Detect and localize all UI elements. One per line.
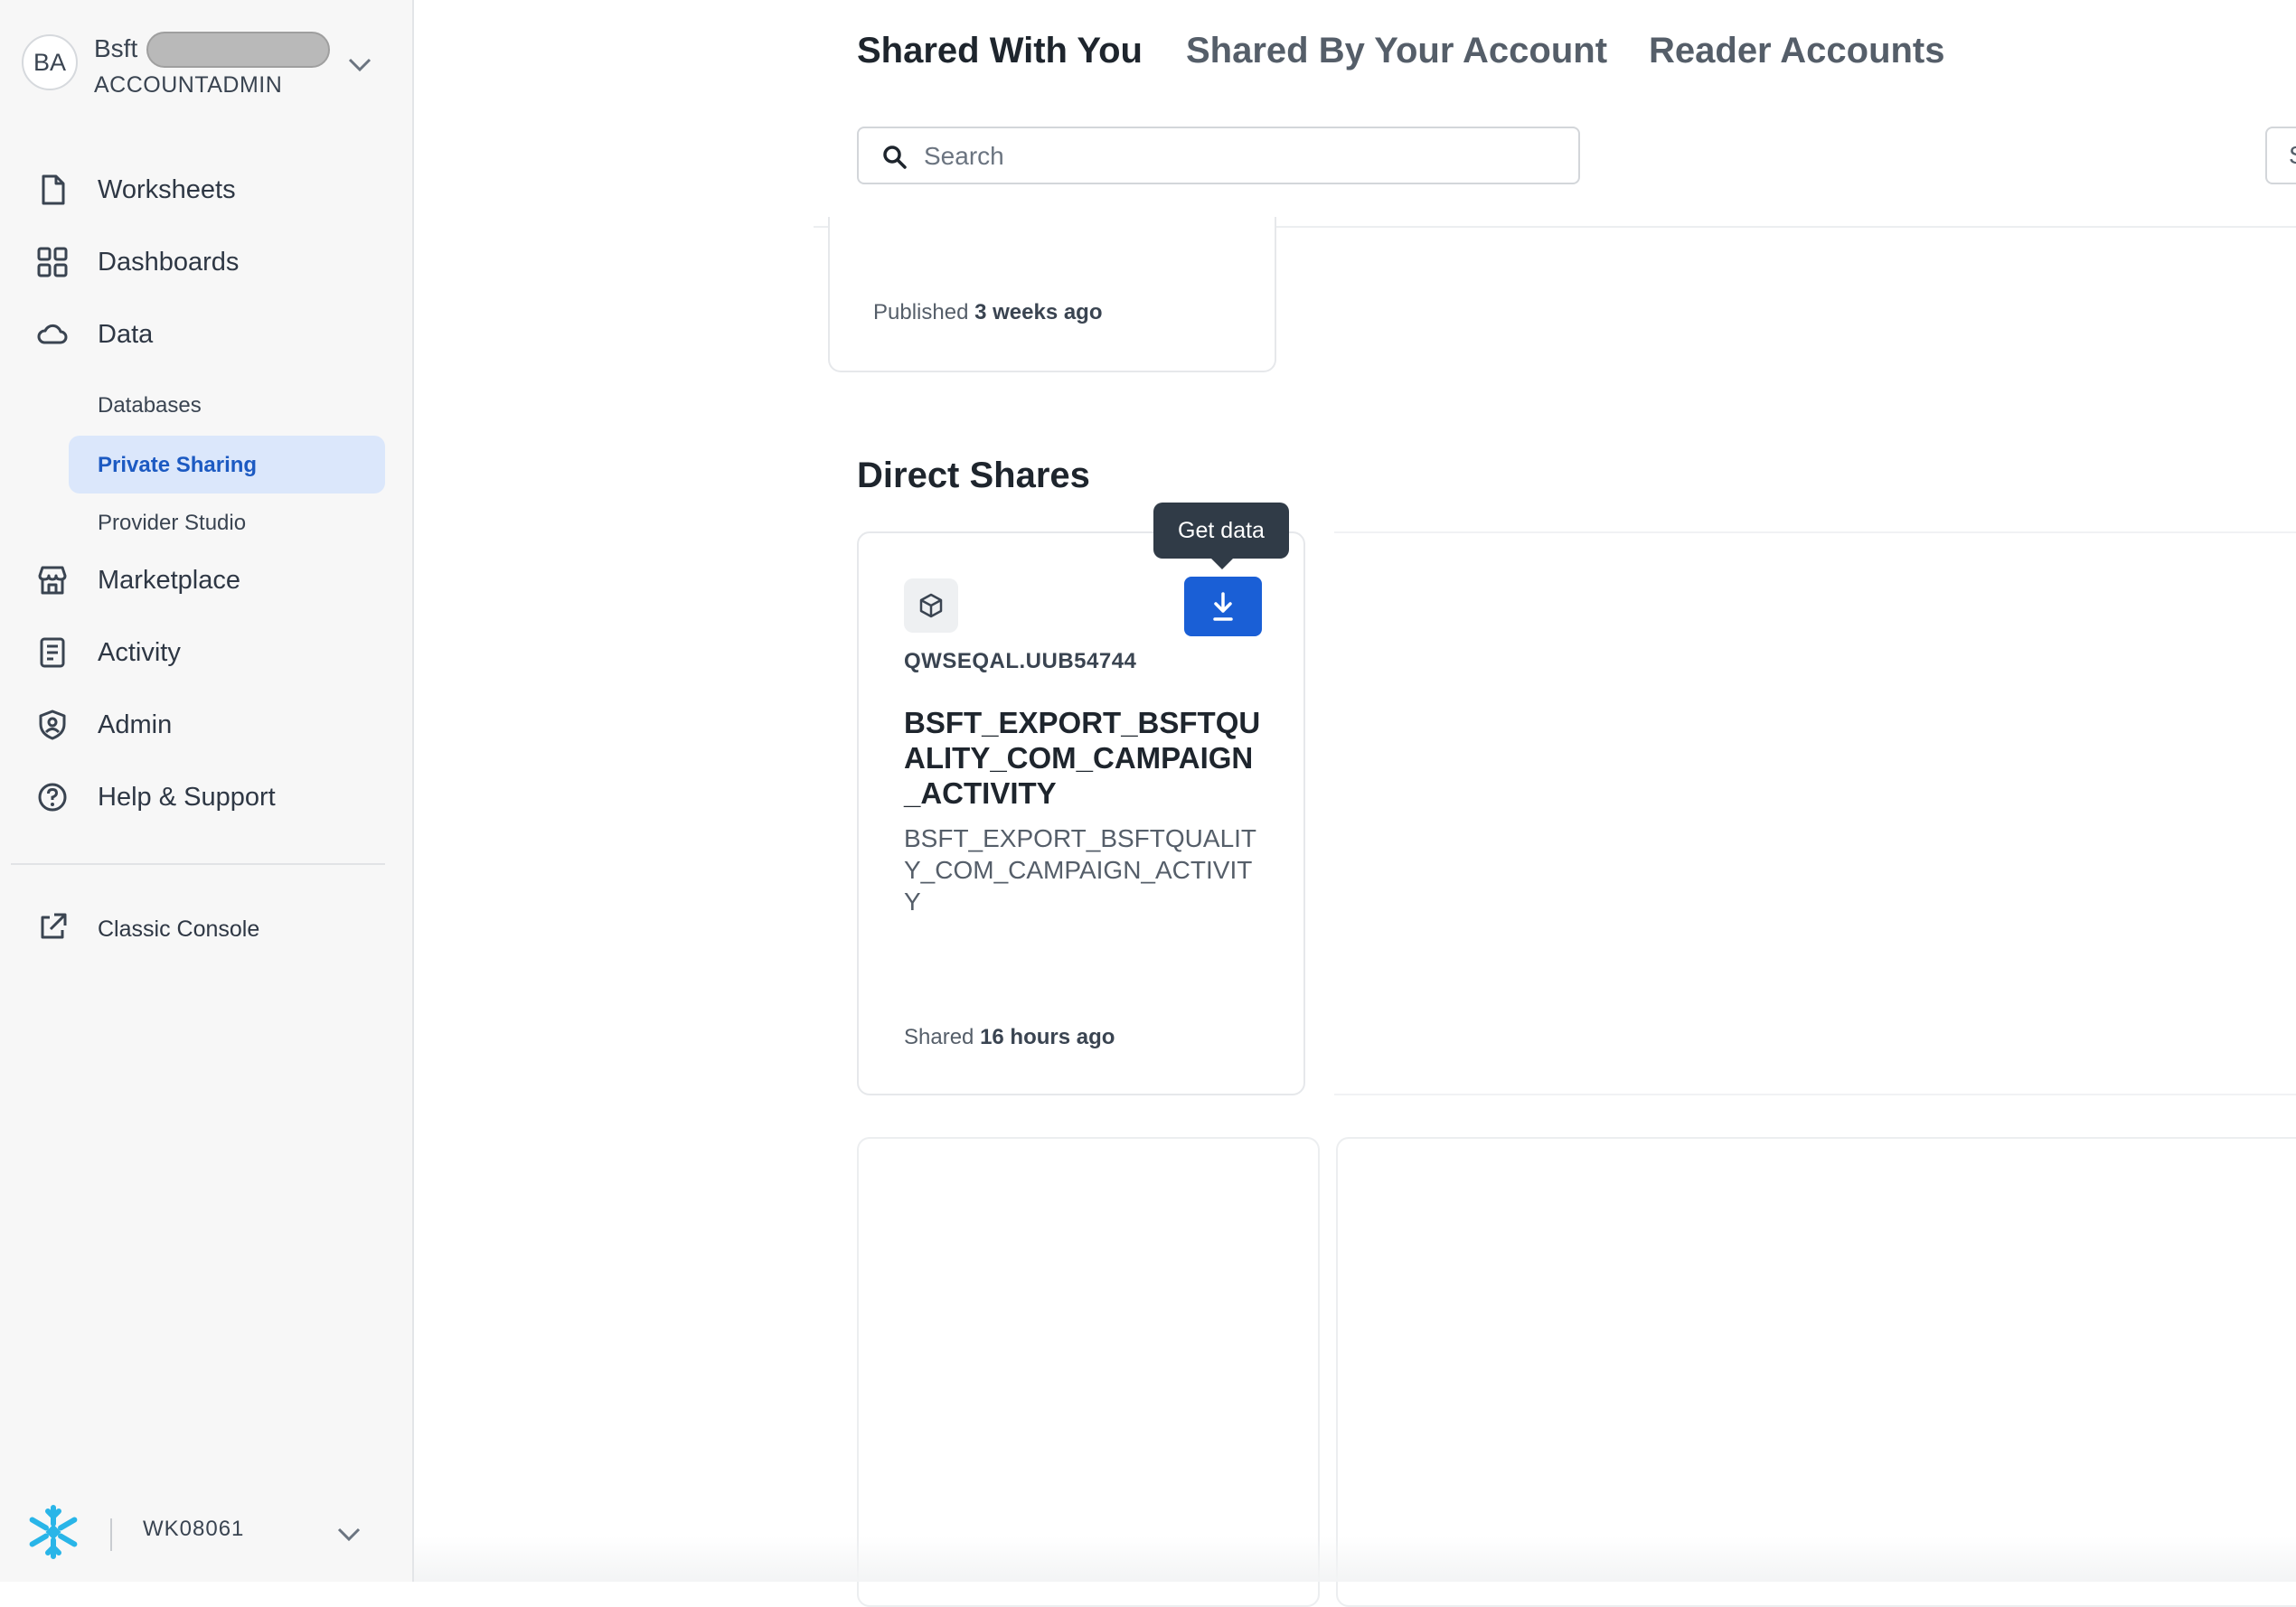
nav-provider-studio-label: Provider Studio bbox=[98, 511, 247, 535]
section-title: Direct Shares bbox=[857, 456, 1090, 495]
divider-line bbox=[110, 1518, 112, 1551]
cube-icon bbox=[919, 593, 943, 618]
account-role: ACCOUNTADMIN bbox=[94, 72, 283, 98]
share-owner: QWSEQAL.UUB54744 bbox=[904, 649, 1137, 673]
chevron-down-icon[interactable] bbox=[336, 1526, 362, 1544]
filter-select-label: S bbox=[2289, 141, 2296, 170]
store-icon bbox=[38, 566, 67, 595]
redacted-account-name bbox=[146, 32, 330, 68]
nav-activity-label: Activity bbox=[98, 638, 181, 667]
external-link-icon bbox=[41, 913, 67, 939]
get-data-tooltip: Get data bbox=[1153, 503, 1289, 569]
nav-provider-studio[interactable]: Provider Studio bbox=[69, 493, 385, 551]
nav-admin[interactable]: Admin bbox=[36, 698, 380, 752]
tab-shared-by-account[interactable]: Shared By Your Account bbox=[1186, 31, 1607, 71]
list-icon bbox=[40, 637, 65, 668]
tab-shared-with-you[interactable]: Shared With You bbox=[857, 31, 1143, 71]
shared-info: Shared 16 hours ago bbox=[904, 1025, 1115, 1050]
classic-console-link[interactable]: Classic Console bbox=[36, 902, 380, 956]
warehouse-name: WK08061 bbox=[143, 1517, 245, 1541]
nav-admin-label: Admin bbox=[98, 710, 173, 739]
nav-data[interactable]: Data bbox=[36, 307, 380, 362]
nav-private-sharing-label: Private Sharing bbox=[98, 453, 258, 477]
nav-help[interactable]: Help & Support bbox=[36, 770, 380, 824]
scroll-fade bbox=[414, 1537, 2296, 1582]
filter-select[interactable]: S bbox=[2265, 127, 2296, 184]
classic-console-label: Classic Console bbox=[98, 916, 260, 942]
shared-label: Shared bbox=[904, 1025, 974, 1049]
published-time: 3 weeks ago bbox=[974, 300, 1103, 324]
sidebar: BA Bsft ACCOUNTADMIN Worksheets Dashboar… bbox=[0, 0, 414, 1582]
nav-marketplace-label: Marketplace bbox=[98, 566, 240, 595]
grid-icon bbox=[37, 247, 68, 277]
sidebar-divider bbox=[11, 863, 385, 865]
question-icon bbox=[38, 783, 67, 812]
share-card[interactable]: QWSEQAL.UUB54744 BSFT_EXPORT_BSFTQUALITY… bbox=[857, 531, 1305, 1095]
search-box bbox=[857, 127, 1580, 184]
document-icon bbox=[42, 174, 65, 205]
published-label: Published bbox=[873, 300, 969, 324]
listing-card[interactable]: Published 3 weeks ago bbox=[828, 217, 1276, 372]
nav-databases[interactable]: Databases bbox=[69, 376, 385, 434]
nav-help-label: Help & Support bbox=[98, 783, 276, 812]
download-icon bbox=[1213, 592, 1233, 621]
published-info: Published 3 weeks ago bbox=[873, 300, 1103, 325]
nav-activity[interactable]: Activity bbox=[36, 625, 380, 680]
nav-databases-label: Databases bbox=[98, 393, 202, 418]
share-card-placeholder bbox=[1334, 531, 2296, 1095]
get-data-button[interactable] bbox=[1184, 577, 1262, 636]
snowflake-logo-icon bbox=[29, 1505, 78, 1559]
nav-dashboards-label: Dashboards bbox=[98, 248, 240, 277]
share-type-badge bbox=[904, 578, 958, 633]
account-switcher[interactable]: BA Bsft ACCOUNTADMIN bbox=[22, 31, 383, 101]
chevron-down-icon[interactable] bbox=[347, 56, 372, 74]
nav-dashboards[interactable]: Dashboards bbox=[36, 235, 380, 289]
search-input[interactable] bbox=[922, 136, 1558, 177]
nav-data-label: Data bbox=[98, 320, 154, 349]
share-description: BSFT_EXPORT_BSFTQUALITY_COM_CAMPAIGN_ACT… bbox=[904, 824, 1257, 916]
nav-private-sharing[interactable]: Private Sharing bbox=[69, 436, 385, 493]
nav-marketplace[interactable]: Marketplace bbox=[36, 553, 380, 607]
account-name: Bsft bbox=[94, 34, 138, 62]
nav-worksheets-label: Worksheets bbox=[98, 175, 236, 204]
shield-icon bbox=[39, 710, 66, 740]
nav-worksheets[interactable]: Worksheets bbox=[36, 163, 380, 217]
tab-reader-accounts[interactable]: Reader Accounts bbox=[1649, 31, 1945, 71]
cloud-icon bbox=[37, 324, 68, 344]
search-icon bbox=[883, 146, 907, 169]
shared-time: 16 hours ago bbox=[980, 1025, 1115, 1049]
share-title: BSFT_EXPORT_BSFTQUALITY_COM_CAMPAIGN_ACT… bbox=[904, 706, 1261, 810]
warehouse-bar: WK08061 bbox=[0, 1491, 412, 1582]
avatar: BA bbox=[22, 34, 78, 90]
